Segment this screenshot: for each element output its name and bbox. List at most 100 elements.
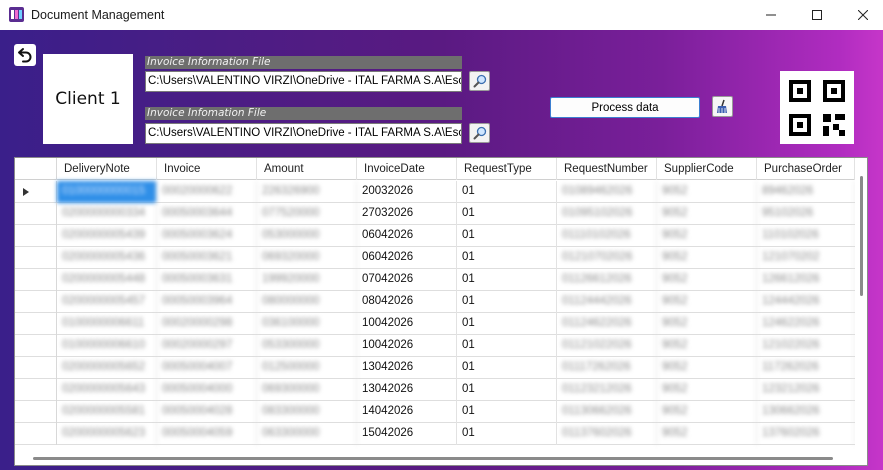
table-cell-purchaseorder[interactable]: 126612026: [757, 269, 855, 291]
table-row[interactable]: 0100000006610 00020000297 053300000 1004202…: [15, 335, 855, 357]
column-header[interactable]: InvoiceDate: [357, 158, 457, 180]
vertical-scrollbar[interactable]: [855, 158, 867, 465]
table-row[interactable]: 0200000000334 00050003644 077520000 2703202…: [15, 203, 855, 225]
file-path-input-1[interactable]: C:\Users\VALENTINO VIRZI\OneDrive - ITAL…: [145, 71, 462, 92]
table-cell-amount[interactable]: 199920000: [257, 269, 357, 291]
table-cell-suppliercode[interactable]: 9052: [657, 357, 757, 379]
table-row[interactable]: 0200000005581 00050004028 083300000 1404202…: [15, 401, 855, 423]
table-cell-invoice[interactable]: 00020000297: [157, 335, 257, 357]
row-header[interactable]: [15, 379, 57, 401]
table-cell-requesttype[interactable]: 01: [457, 313, 557, 335]
row-header[interactable]: [15, 401, 57, 423]
table-cell-purchaseorder[interactable]: 121022026: [757, 335, 855, 357]
invoice-data-grid[interactable]: DeliveryNote Invoice Amount InvoiceDate Requ…: [14, 157, 868, 466]
table-cell-invoice[interactable]: 00020000622: [157, 181, 257, 203]
table-cell-purchaseorder[interactable]: 117262026: [757, 357, 855, 379]
table-cell-deliverynote[interactable]: 0200000005457: [57, 291, 157, 313]
row-header[interactable]: [15, 225, 57, 247]
table-cell-requesttype[interactable]: 01: [457, 247, 557, 269]
table-cell-suppliercode[interactable]: 9052: [657, 225, 757, 247]
table-cell-invoice[interactable]: 00050003644: [157, 203, 257, 225]
table-cell-invoicedate[interactable]: 13042026: [357, 379, 457, 401]
horizontal-scroll-thumb[interactable]: [33, 457, 833, 460]
row-header[interactable]: [15, 335, 57, 357]
browse-button-1[interactable]: [469, 71, 490, 91]
table-cell-requestnumber[interactable]: 01124442026: [557, 291, 657, 313]
table-cell-invoice[interactable]: 00050004059: [157, 423, 257, 445]
table-row[interactable]: 0200000005643 00050004000 069300000 1304202…: [15, 379, 855, 401]
table-row[interactable]: 0200000005623 00050004059 063300000 1504202…: [15, 423, 855, 445]
table-cell-suppliercode[interactable]: 9052: [657, 313, 757, 335]
table-cell-requestnumber[interactable]: 01126612026: [557, 269, 657, 291]
table-cell-invoicedate[interactable]: 06042026: [357, 247, 457, 269]
table-cell-invoicedate[interactable]: 07042026: [357, 269, 457, 291]
table-cell-invoice[interactable]: 00050003621: [157, 247, 257, 269]
table-cell-deliverynote[interactable]: 0200000005652: [57, 357, 157, 379]
table-cell-deliverynote[interactable]: 0200000005623: [57, 423, 157, 445]
table-cell-requestnumber[interactable]: 01137602026: [557, 423, 657, 445]
table-cell-invoice[interactable]: 00050003964: [157, 291, 257, 313]
vertical-scroll-thumb[interactable]: [860, 176, 863, 296]
table-cell-deliverynote[interactable]: 0100000006610: [57, 335, 157, 357]
table-cell-amount[interactable]: 053000000: [257, 225, 357, 247]
table-cell-invoice[interactable]: 00050003631: [157, 269, 257, 291]
table-cell-purchaseorder[interactable]: 89462026: [757, 181, 855, 203]
table-cell-requestnumber[interactable]: 01123212026: [557, 379, 657, 401]
table-cell-requestnumber[interactable]: 01110102026: [557, 225, 657, 247]
table-cell-requesttype[interactable]: 01: [457, 203, 557, 225]
table-cell-invoice[interactable]: 00050003624: [157, 225, 257, 247]
table-cell-purchaseorder[interactable]: 130662026: [757, 401, 855, 423]
table-cell-purchaseorder[interactable]: 123212026: [757, 379, 855, 401]
table-cell-requesttype[interactable]: 01: [457, 181, 557, 203]
table-cell-deliverynote[interactable]: 0100000000015: [57, 181, 157, 203]
table-cell-requestnumber[interactable]: 01095102026: [557, 203, 657, 225]
table-cell-suppliercode[interactable]: 9052: [657, 203, 757, 225]
table-cell-amount[interactable]: 077520000: [257, 203, 357, 225]
table-cell-requesttype[interactable]: 01: [457, 335, 557, 357]
table-row[interactable]: 0200000005448 00050003631 199920000 0704202…: [15, 269, 855, 291]
table-cell-invoice[interactable]: 00020000298: [157, 313, 257, 335]
table-cell-invoicedate[interactable]: 20032026: [357, 181, 457, 203]
table-cell-deliverynote[interactable]: 0200000005436: [57, 247, 157, 269]
table-cell-requestnumber[interactable]: 01117262026: [557, 357, 657, 379]
table-cell-requestnumber[interactable]: 01210702026: [557, 247, 657, 269]
table-cell-requesttype[interactable]: 01: [457, 291, 557, 313]
table-row[interactable]: 0100000006611 00020000298 036100000 1004202…: [15, 313, 855, 335]
table-cell-invoicedate[interactable]: 08042026: [357, 291, 457, 313]
table-cell-deliverynote[interactable]: 0200000005581: [57, 401, 157, 423]
table-cell-invoicedate[interactable]: 13042026: [357, 357, 457, 379]
column-header[interactable]: PurchaseOrder: [757, 158, 855, 180]
table-cell-amount[interactable]: 069320000: [257, 247, 357, 269]
file-path-input-2[interactable]: C:\Users\VALENTINO VIRZI\OneDrive - ITAL…: [145, 123, 462, 144]
table-cell-purchaseorder[interactable]: 124622026: [757, 313, 855, 335]
row-header[interactable]: [15, 203, 57, 225]
horizontal-scrollbar[interactable]: [15, 452, 855, 465]
table-cell-suppliercode[interactable]: 9052: [657, 181, 757, 203]
table-cell-invoice[interactable]: 00050004028: [157, 401, 257, 423]
table-cell-invoicedate[interactable]: 27032026: [357, 203, 457, 225]
table-cell-requesttype[interactable]: 01: [457, 357, 557, 379]
row-header[interactable]: [15, 423, 57, 445]
table-cell-invoicedate[interactable]: 06042026: [357, 225, 457, 247]
column-header[interactable]: RequestNumber: [557, 158, 657, 180]
table-row[interactable]: 0200000005436 00050003621 069320000 0604202…: [15, 247, 855, 269]
table-cell-suppliercode[interactable]: 9052: [657, 247, 757, 269]
table-cell-deliverynote[interactable]: 0200000005439: [57, 225, 157, 247]
row-header[interactable]: [15, 247, 57, 269]
table-cell-amount[interactable]: 069300000: [257, 379, 357, 401]
table-cell-invoice[interactable]: 00050004007: [157, 357, 257, 379]
table-cell-suppliercode[interactable]: 9052: [657, 379, 757, 401]
table-cell-amount[interactable]: 080000000: [257, 291, 357, 313]
clear-button[interactable]: [712, 96, 733, 117]
table-cell-purchaseorder[interactable]: 110102026: [757, 225, 855, 247]
table-cell-deliverynote[interactable]: 0200000000334: [57, 203, 157, 225]
table-cell-invoice[interactable]: 00050004000: [157, 379, 257, 401]
table-cell-purchaseorder[interactable]: 124442026: [757, 291, 855, 313]
row-header[interactable]: [15, 181, 57, 203]
table-cell-amount[interactable]: 053300000: [257, 335, 357, 357]
table-row[interactable]: 0100000000015 00020000622 226326900 2003202…: [15, 181, 855, 203]
back-button[interactable]: [14, 44, 36, 66]
table-cell-invoicedate[interactable]: 14042026: [357, 401, 457, 423]
browse-button-2[interactable]: [469, 123, 490, 143]
qr-code-button[interactable]: [780, 71, 854, 144]
